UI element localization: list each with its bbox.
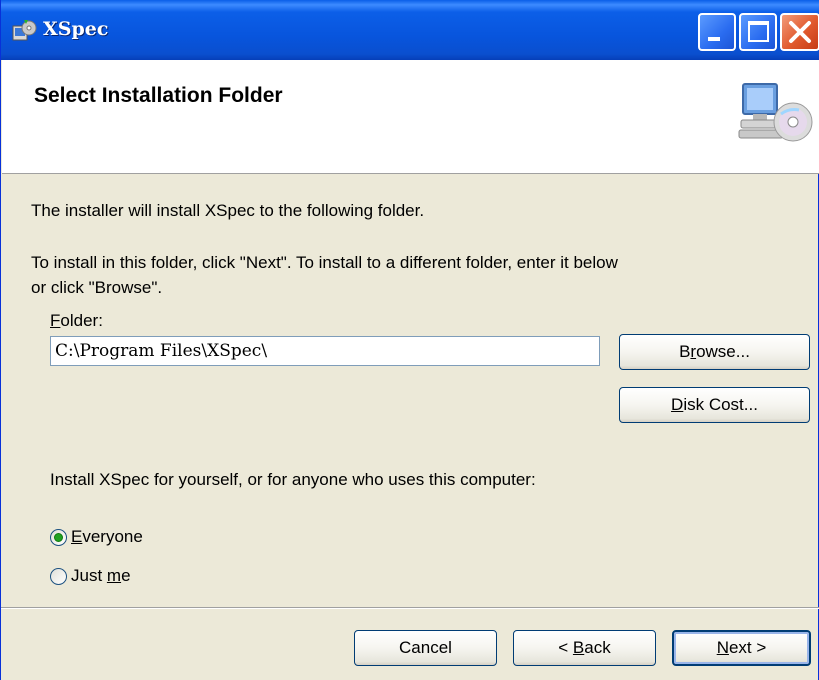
title-bar[interactable]: XSpec <box>1 0 819 60</box>
disk-cost-button[interactable]: Disk Cost... <box>619 387 810 423</box>
maximize-button[interactable] <box>739 13 777 51</box>
footer-separator <box>1 607 819 609</box>
installer-window: XSpec Select Installation Folder The ins… <box>0 0 819 680</box>
intro-text: The installer will install XSpec to the … <box>31 201 425 220</box>
instructions-line-1: To install in this folder, click "Next".… <box>31 253 618 272</box>
window-title: XSpec <box>43 18 109 40</box>
next-button[interactable]: Next > <box>672 630 811 666</box>
maximize-icon <box>748 21 769 42</box>
dialog-header-banner: Select Installation Folder <box>2 60 819 174</box>
radio-selected-dot <box>54 532 63 542</box>
radio-button-unchecked[interactable] <box>50 567 67 585</box>
cancel-button[interactable]: Cancel <box>354 630 497 666</box>
close-button[interactable] <box>780 13 819 51</box>
computer-cd-icon <box>738 83 813 142</box>
minimize-icon <box>708 37 720 41</box>
radio-everyone-label: Everyone <box>71 527 143 546</box>
radio-just-me[interactable]: Just me <box>50 566 131 586</box>
folder-path-input[interactable] <box>50 336 600 366</box>
radio-just-me-label: Just me <box>71 566 131 585</box>
back-button[interactable]: < Back <box>513 630 656 666</box>
radio-button-checked[interactable] <box>50 528 67 546</box>
browse-button[interactable]: Browse... <box>619 334 810 370</box>
close-icon <box>789 21 811 43</box>
installer-app-icon <box>12 20 37 41</box>
page-title: Select Installation Folder <box>34 84 283 107</box>
minimize-button[interactable] <box>698 13 736 51</box>
instructions-line-2: or click "Browse". <box>31 278 163 297</box>
radio-everyone[interactable]: Everyone <box>50 527 143 547</box>
folder-label: Folder: <box>50 311 103 330</box>
install-for-prompt: Install XSpec for yourself, or for anyon… <box>50 470 536 489</box>
